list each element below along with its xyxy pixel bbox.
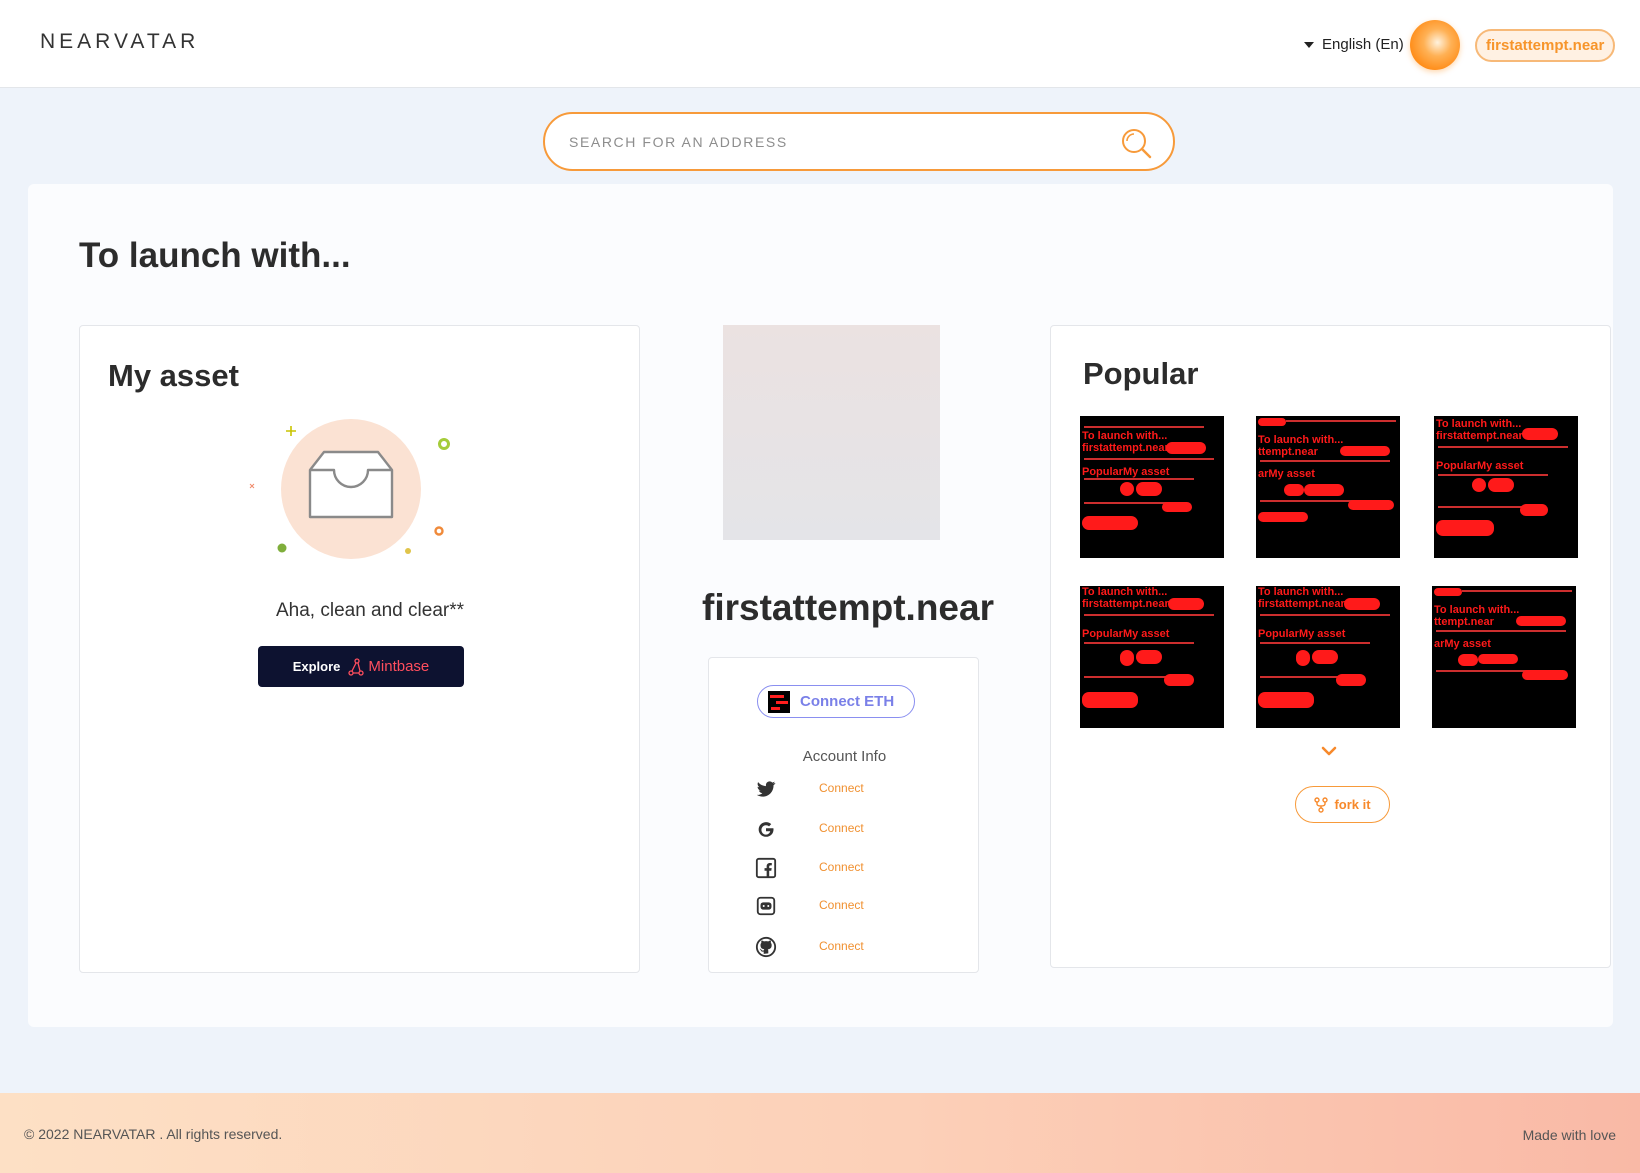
- account-info-card: Connect ETH Account Info Connect Connect…: [708, 657, 979, 973]
- fork-it-button[interactable]: fork it: [1295, 786, 1390, 823]
- connect-eth-button[interactable]: Connect ETH: [757, 685, 915, 718]
- google-icon: [758, 822, 774, 837]
- facebook-icon: [755, 857, 777, 879]
- popular-thumbnail[interactable]: To launch with... firstattempt.near Popu…: [1434, 416, 1578, 558]
- profile-account-name: firstattempt.near: [702, 587, 994, 628]
- mintbase-label: Mintbase: [368, 658, 430, 675]
- account-button[interactable]: firstattempt.near: [1475, 29, 1616, 62]
- top-header: NEARVATAR English (En) firstattempt.near: [0, 0, 1640, 88]
- discord-connect-link[interactable]: Connect: [819, 898, 864, 912]
- popular-thumbnail[interactable]: To launch with... firstattempt.near Popu…: [1080, 586, 1224, 728]
- footer-copyright: © 2022 NEARVATAR . All rights reserved.: [24, 1126, 283, 1142]
- popular-thumbnail[interactable]: To launch with... firstattempt.near Popu…: [1256, 586, 1400, 728]
- caret-down-icon: [1304, 41, 1314, 48]
- main-panel: To launch with... My asset Aha, clean an…: [28, 184, 1613, 1027]
- social-row-twitter: Connect: [755, 778, 935, 802]
- popular-thumbnail[interactable]: To launch with... ttempt.near arMy asset: [1432, 586, 1576, 728]
- language-selector[interactable]: English (En): [1304, 36, 1404, 53]
- github-icon: [755, 936, 777, 958]
- popular-thumbnail[interactable]: To launch with... ttempt.near arMy asset: [1256, 416, 1400, 558]
- discord-icon: [756, 896, 776, 916]
- social-row-google: Connect: [755, 818, 935, 842]
- github-connect-link[interactable]: Connect: [819, 939, 864, 953]
- mintbase-logo: Mintbase: [348, 657, 430, 676]
- mintbase-icon: [348, 657, 365, 676]
- profile-avatar: [723, 325, 940, 540]
- search-icon[interactable]: [1119, 126, 1153, 160]
- my-asset-card: My asset Aha, clean and clear** Explore: [79, 325, 640, 973]
- search-bar: [543, 112, 1175, 171]
- google-connect-link[interactable]: Connect: [819, 821, 864, 835]
- footer: © 2022 NEARVATAR . All rights reserved. …: [0, 1093, 1640, 1173]
- popular-card: Popular To launch with... firstattempt.n…: [1050, 325, 1611, 968]
- popular-thumbnail[interactable]: To launch with... firstattempt.near Popu…: [1080, 416, 1224, 558]
- eth-avatar-thumbnail: [768, 690, 790, 713]
- popular-title: Popular: [1083, 356, 1199, 391]
- page-title: To launch with...: [79, 236, 351, 275]
- language-label: English (En): [1322, 36, 1404, 53]
- social-row-github: Connect: [755, 936, 935, 960]
- empty-inbox-icon: [249, 419, 450, 559]
- facebook-connect-link[interactable]: Connect: [819, 860, 864, 874]
- empty-state-text: Aha, clean and clear**: [275, 600, 464, 621]
- fork-it-label: fork it: [1334, 797, 1371, 812]
- footer-made-with: Made with love: [1522, 1127, 1616, 1143]
- app-logo[interactable]: NEARVATAR: [40, 30, 199, 54]
- account-info-label: Account Info: [802, 748, 887, 765]
- explore-label: Explore: [292, 659, 341, 674]
- social-row-discord: Connect: [755, 895, 935, 919]
- connect-eth-label: Connect ETH: [800, 693, 895, 710]
- user-avatar[interactable]: [1410, 20, 1460, 70]
- explore-mintbase-button[interactable]: Explore Mintbase: [258, 646, 464, 687]
- search-input[interactable]: [569, 128, 1089, 156]
- chevron-down-icon[interactable]: [1319, 744, 1339, 758]
- twitter-connect-link[interactable]: Connect: [819, 781, 864, 795]
- fork-icon: [1314, 796, 1329, 813]
- social-row-facebook: Connect: [755, 857, 935, 881]
- twitter-icon: [756, 781, 776, 797]
- my-asset-title: My asset: [108, 358, 239, 393]
